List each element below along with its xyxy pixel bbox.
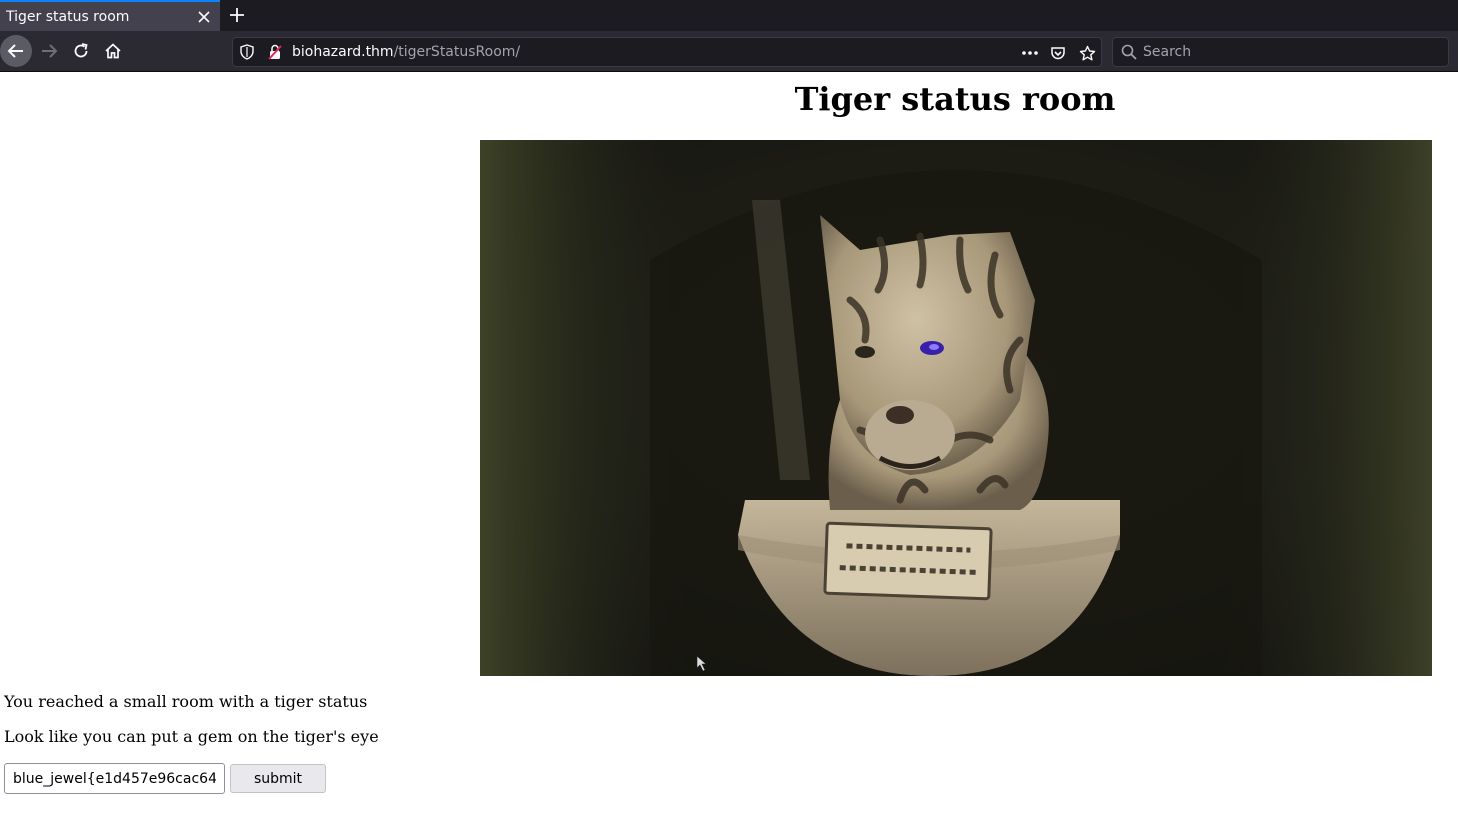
hint-paragraph: Look like you can put a gem on the tiger… xyxy=(4,727,379,746)
page-title: Tiger status room xyxy=(794,80,1116,118)
plus-icon[interactable] xyxy=(226,4,248,26)
reload-icon[interactable] xyxy=(65,35,97,67)
submit-button[interactable]: submit xyxy=(230,764,326,793)
search-bar[interactable] xyxy=(1112,37,1449,67)
shield-icon[interactable] xyxy=(239,44,255,60)
url-host: biohazard.thm xyxy=(292,44,394,60)
search-input[interactable] xyxy=(1143,38,1443,66)
tab-title: Tiger status room xyxy=(6,8,130,25)
more-horizontal-icon[interactable] xyxy=(1020,43,1040,63)
star-icon[interactable] xyxy=(1077,43,1097,63)
home-icon[interactable] xyxy=(97,35,129,67)
insecure-lock-icon[interactable] xyxy=(267,44,283,60)
close-icon[interactable] xyxy=(196,9,212,25)
search-icon xyxy=(1121,44,1137,60)
url-text: biohazard.thm/tigerStatusRoom/ xyxy=(292,44,520,61)
intro-paragraph: You reached a small room with a tiger st… xyxy=(4,692,368,711)
page-content: Tiger status room You reached a small ro… xyxy=(0,72,1458,816)
tiger-statue-image xyxy=(480,140,1432,676)
address-bar[interactable]: biohazard.thm/tigerStatusRoom/ xyxy=(232,37,1102,67)
gem-input[interactable] xyxy=(4,763,225,794)
tab-strip: Tiger status room xyxy=(0,0,1458,31)
arrow-right-icon[interactable] xyxy=(33,35,65,67)
active-tab[interactable]: Tiger status room xyxy=(0,0,220,31)
url-path: /tigerStatusRoom/ xyxy=(393,44,521,60)
arrow-left-icon[interactable] xyxy=(0,35,32,67)
navigation-toolbar: biohazard.thm/tigerStatusRoom/ xyxy=(0,31,1458,72)
pocket-icon[interactable] xyxy=(1048,43,1068,63)
